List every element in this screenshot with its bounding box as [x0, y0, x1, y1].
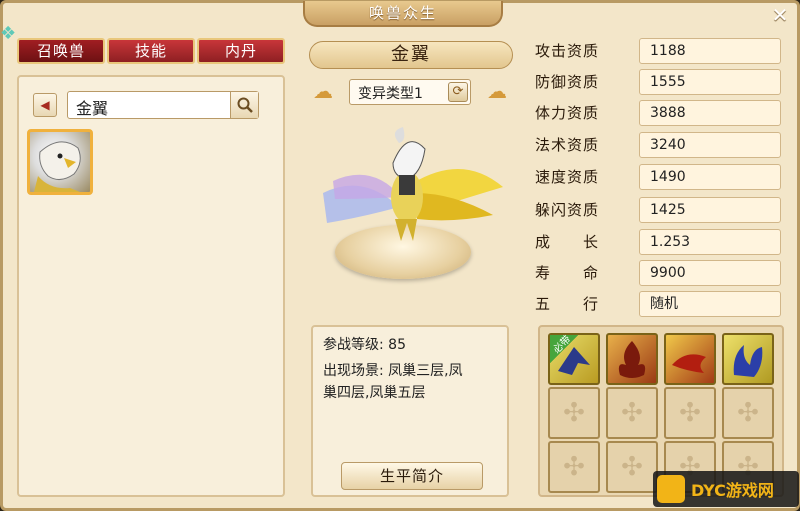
pet-thumbnail-eagle[interactable]: [27, 129, 93, 195]
skill-slot-empty[interactable]: ✣: [664, 387, 716, 439]
water-skill-icon: [733, 345, 763, 377]
search-field[interactable]: 金翼: [67, 91, 259, 119]
pet-list-panel: ◀ 金翼: [17, 75, 285, 497]
skill-slot-3[interactable]: [664, 333, 716, 385]
stat-value: 1425: [639, 197, 781, 223]
stat-row: 速度资质 1490: [535, 164, 785, 190]
gamepad-logo-icon: [657, 475, 685, 503]
must-carry-badge: 必带: [550, 334, 578, 363]
stat-label: 攻击资质: [535, 42, 600, 60]
stat-row: 寿 命 9900: [535, 260, 785, 286]
stat-value: 1490: [639, 164, 781, 190]
search-input[interactable]: 金翼: [76, 95, 108, 119]
close-icon[interactable]: ✕: [769, 4, 791, 26]
location-text-line1: 出现场景: 凤巢三层,凤: [323, 363, 463, 379]
stat-row: 五 行 随机: [535, 291, 785, 317]
stat-label: 躲闪资质: [535, 201, 600, 219]
back-arrow-icon[interactable]: ◀: [33, 93, 57, 117]
stat-label: 速度资质: [535, 168, 600, 186]
pet-window: 唤兽众生 ✕ ❖ 召唤兽 技能 内丹 ◀ 金翼 金翼 ☁ 变异类型1 ⟳ ☁ 参…: [0, 0, 800, 511]
stat-value: 3240: [639, 132, 781, 158]
skill-slot-2[interactable]: [606, 333, 658, 385]
stat-label: 寿 命: [535, 264, 600, 282]
cloud-ornament-icon: ☁: [313, 79, 333, 103]
search-icon: [237, 97, 253, 113]
stat-label: 成 长: [535, 233, 600, 251]
title-bar: 唤兽众生 ✕: [3, 1, 797, 29]
tab-inner-core[interactable]: 内丹: [197, 38, 285, 64]
biography-button[interactable]: 生平简介: [341, 462, 483, 490]
stat-label: 体力资质: [535, 104, 600, 122]
skill-slot-empty[interactable]: ✣: [606, 387, 658, 439]
stat-row: 躲闪资质 1425: [535, 197, 785, 223]
stat-row: 成 长 1.253: [535, 229, 785, 255]
stat-row: 防御资质 1555: [535, 69, 785, 95]
skill-slot-1[interactable]: 必带: [548, 333, 600, 385]
skill-slot-4[interactable]: [722, 333, 774, 385]
site-watermark: DYC游戏网: [653, 471, 799, 507]
window-title: 唤兽众生: [303, 1, 503, 27]
tab-summon-beast[interactable]: 召唤兽: [17, 38, 105, 64]
stat-label: 防御资质: [535, 73, 600, 91]
stat-row: 攻击资质 1188: [535, 38, 785, 64]
pet-model-golden-wing[interactable]: [303, 123, 513, 253]
flame-skill-icon: [618, 341, 646, 378]
skill-slot-empty[interactable]: ✣: [548, 441, 600, 493]
stat-label: 五 行: [535, 295, 600, 313]
stat-row: 体力资质 3888: [535, 100, 785, 126]
battle-level-text: 参战等级: 85: [323, 337, 406, 353]
empty-slot-icon: ✣: [563, 452, 585, 482]
variant-label: 变异类型1: [358, 86, 423, 102]
pet-name-plate: 金翼: [309, 41, 513, 69]
stat-value: 1555: [639, 69, 781, 95]
empty-slot-icon: ✣: [563, 398, 585, 428]
tab-skills[interactable]: 技能: [107, 38, 195, 64]
cloud-ornament-icon: ☁: [487, 79, 507, 103]
skill-slot-empty[interactable]: ✣: [722, 387, 774, 439]
stat-value: 9900: [639, 260, 781, 286]
stat-value: 随机: [639, 291, 781, 317]
stat-label: 法术资质: [535, 136, 600, 154]
must-carry-label: 必带: [551, 333, 574, 356]
stat-row: 法术资质 3240: [535, 132, 785, 158]
variant-selector[interactable]: 变异类型1 ⟳: [349, 79, 471, 105]
search-button[interactable]: [230, 92, 258, 118]
empty-slot-icon: ✣: [621, 452, 643, 482]
skill-slot-empty[interactable]: ✣: [606, 441, 658, 493]
stat-value: 3888: [639, 100, 781, 126]
empty-slot-icon: ✣: [621, 398, 643, 428]
eagle-portrait-icon: [34, 141, 81, 192]
skill-slot-empty[interactable]: ✣: [548, 387, 600, 439]
empty-slot-icon: ✣: [679, 398, 701, 428]
stat-value: 1188: [639, 38, 781, 64]
refresh-icon[interactable]: ⟳: [448, 82, 468, 102]
stat-value: 1.253: [639, 229, 781, 255]
pet-info-panel: 参战等级: 85 出现场景: 凤巢三层,凤 巢四层,凤巢五层 生平简介: [311, 325, 509, 497]
dragon-skill-icon: [672, 354, 706, 373]
empty-slot-icon: ✣: [737, 398, 759, 428]
watermark-text: DYC游戏网: [691, 481, 774, 500]
location-text-line2: 巢四层,凤巢五层: [323, 385, 426, 401]
